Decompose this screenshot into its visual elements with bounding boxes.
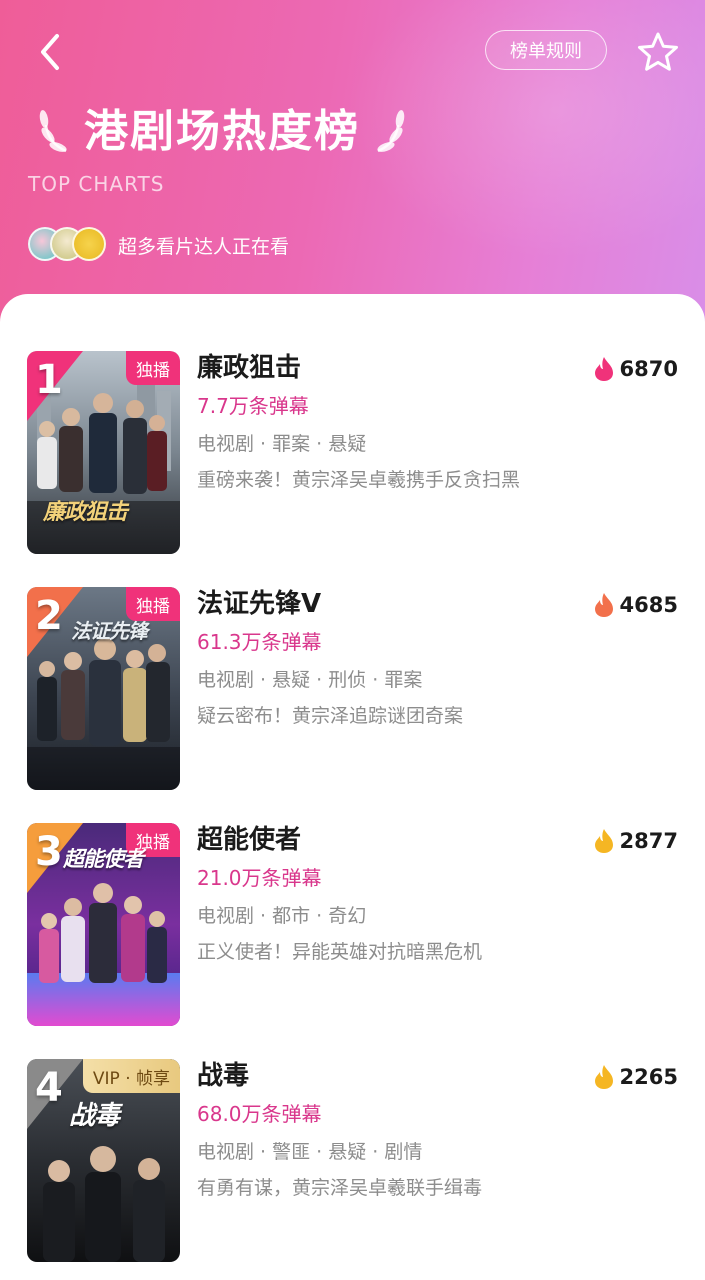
flame-icon (594, 357, 613, 381)
back-button[interactable] (28, 28, 72, 76)
list-item[interactable]: 4 VIP · 帧享 战毒 战毒 68.0万条弹幕 电视剧 · 警匪 · 悬疑 … (0, 1059, 705, 1264)
watchers-row: 超多看片达人正在看 (28, 226, 289, 264)
poster-image: 1 独播 廉政狙击 (27, 351, 180, 554)
poster-image: 3 独播 超能使者 (27, 823, 180, 1026)
rank-number: 4 (35, 1065, 63, 1111)
list-item[interactable]: 1 独播 廉政狙击 廉政狙击 7.7万条弹幕 电视剧 · 罪案 · 悬疑 重磅来… (0, 351, 705, 556)
danmu-count: 21.0万条弹幕 (197, 866, 322, 890)
danmu-count: 7.7万条弹幕 (197, 394, 309, 418)
page-subtitle: TOP CHARTS (28, 172, 165, 196)
list-item[interactable]: 2 独播 法证先锋 法证先锋Ⅴ 61.3万条弹幕 电视剧 · 悬疑 · 刑侦 ·… (0, 587, 705, 792)
flame-icon (594, 593, 613, 617)
avatar-stack (28, 226, 110, 264)
item-info: 战毒 68.0万条弹幕 电视剧 · 警匪 · 悬疑 · 剧情 有勇有谋，黄宗泽吴… (197, 1059, 577, 1203)
laurel-left-icon (39, 110, 67, 153)
item-info: 法证先锋Ⅴ 61.3万条弹幕 电视剧 · 悬疑 · 刑侦 · 罪案 疑云密布！黄… (197, 587, 577, 731)
heat-value: 4685 (619, 593, 678, 617)
heat-value: 2265 (619, 1065, 678, 1089)
rank-badge: 1 (27, 351, 83, 421)
poster-image: 2 独播 法证先锋 (27, 587, 180, 790)
avatar (72, 227, 106, 261)
show-title[interactable]: 超能使者 (197, 822, 577, 858)
chart-list: 1 独播 廉政狙击 廉政狙击 7.7万条弹幕 电视剧 · 罪案 · 悬疑 重磅来… (0, 294, 705, 1280)
laurel-right-icon (377, 110, 405, 153)
item-info: 廉政狙击 7.7万条弹幕 电视剧 · 罪案 · 悬疑 重磅来袭！黄宗泽吴卓羲携手… (197, 351, 577, 495)
flame-icon (594, 829, 613, 853)
poster-title-text: 法证先锋 (71, 619, 148, 643)
poster-image: 4 VIP · 帧享 战毒 (27, 1059, 180, 1262)
title-row: 港剧场热度榜 (36, 92, 408, 162)
show-title[interactable]: 廉政狙击 (197, 350, 577, 386)
page-title: 港剧场热度榜 (84, 106, 360, 157)
show-title[interactable]: 法证先锋Ⅴ (197, 586, 577, 622)
rank-number: 2 (35, 593, 63, 639)
genre-tags: 电视剧 · 都市 · 奇幻 (197, 905, 367, 927)
heat-score: 2265 (594, 1059, 678, 1095)
show-description: 正义使者！异能英雄对抗暗黑危机 (197, 941, 483, 963)
chart-rules-button[interactable]: 榜单规则 (485, 30, 607, 70)
header: 榜单规则 港剧场热度榜 TOP CHARTS 超多看片达人正在看 (0, 0, 705, 340)
heat-score: 2877 (594, 823, 678, 859)
genre-tags: 电视剧 · 悬疑 · 刑侦 · 罪案 (197, 669, 423, 691)
item-info: 超能使者 21.0万条弹幕 电视剧 · 都市 · 奇幻 正义使者！异能英雄对抗暗… (197, 823, 577, 967)
heat-score: 4685 (594, 587, 678, 623)
poster-title-text: 廉政狙击 (43, 500, 128, 525)
favorite-button[interactable] (634, 28, 682, 76)
list-item[interactable]: 3 独播 超能使者 超能使者 21.0万条弹幕 电视剧 · 都市 · 奇幻 正义… (0, 823, 705, 1028)
exclusive-tag: 独播 (126, 351, 180, 385)
danmu-count: 61.3万条弹幕 (197, 630, 322, 654)
show-description: 有勇有谋，黄宗泽吴卓羲联手缉毒 (197, 1177, 483, 1199)
poster-title-text: 超能使者 (63, 847, 144, 871)
heat-score: 6870 (594, 351, 678, 387)
heat-value: 2877 (619, 829, 678, 853)
show-description: 重磅来袭！黄宗泽吴卓羲携手反贪扫黑 (197, 469, 521, 491)
star-icon (638, 32, 678, 71)
genre-tags: 电视剧 · 警匪 · 悬疑 · 剧情 (197, 1141, 423, 1163)
watchers-text: 超多看片达人正在看 (118, 235, 290, 258)
heat-value: 6870 (619, 357, 678, 381)
vip-tag: VIP · 帧享 (82, 1059, 180, 1093)
chevron-left-icon (41, 34, 59, 70)
danmu-count: 68.0万条弹幕 (197, 1102, 322, 1126)
show-title[interactable]: 战毒 (197, 1058, 577, 1094)
poster-title-text: 战毒 (69, 1101, 120, 1131)
rank-number: 3 (35, 829, 63, 875)
rank-number: 1 (35, 357, 63, 403)
flame-icon (594, 1065, 613, 1089)
genre-tags: 电视剧 · 罪案 · 悬疑 (197, 433, 367, 455)
show-description: 疑云密布！黄宗泽追踪谜团奇案 (197, 705, 464, 727)
